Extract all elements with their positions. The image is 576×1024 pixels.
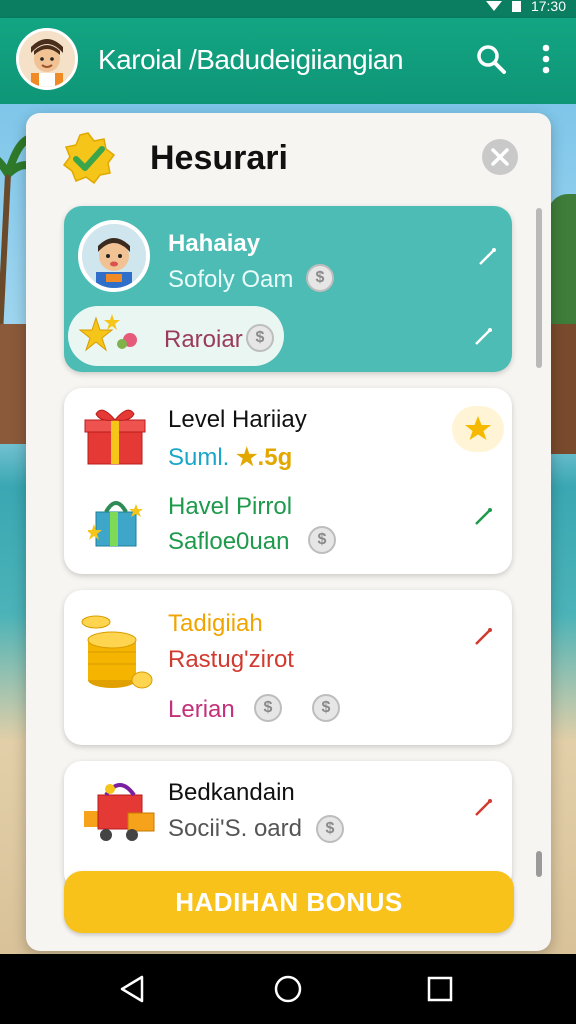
app-bar: Karoial /Badudeigiiangian <box>0 18 576 104</box>
search-icon[interactable] <box>474 42 508 76</box>
card-subtitle: Safloe0uan <box>168 528 290 555</box>
magic-wand-icon[interactable] <box>472 626 494 648</box>
coin-icon: $ <box>312 694 340 722</box>
reward-card[interactable]: Tadigiiah Rastug'zirot Lerian $ $ <box>64 590 512 745</box>
card-subtitle: Havel Pirrol <box>168 493 293 520</box>
coin-stack-icon <box>81 615 153 689</box>
card-title: Level Hariiay <box>168 406 307 433</box>
gift-box-icon <box>84 409 146 465</box>
magic-wand-icon[interactable] <box>472 506 494 528</box>
shopping-cart-icon <box>84 783 155 841</box>
card-title: Tadigiiah <box>168 610 263 637</box>
reward-card[interactable]: Hahaiay Sofoly Oam $ Raroiar $ <box>64 206 512 372</box>
coin-icon: $ <box>308 526 336 554</box>
home-icon[interactable] <box>271 972 305 1006</box>
shopping-bag-icon <box>88 501 143 547</box>
more-vert-icon[interactable] <box>532 42 560 76</box>
scrollbar-thumb[interactable] <box>536 851 542 877</box>
status-bar: 17:30 <box>0 0 576 18</box>
recents-icon[interactable] <box>423 972 457 1006</box>
battery-icon <box>511 0 521 12</box>
coin-icon: $ <box>254 694 282 722</box>
coin-icon: $ <box>246 324 274 352</box>
app-title: Karoial /Badudeigiiangian <box>98 44 404 75</box>
favorite-star-button[interactable] <box>452 406 504 452</box>
card-subtitle: Lerian <box>168 696 235 723</box>
magic-wand-icon[interactable] <box>472 326 494 348</box>
card-title: Bedkandain <box>168 779 295 806</box>
magic-wand-icon[interactable] <box>472 797 494 819</box>
card-stat: Suml. ★.5g <box>168 444 293 471</box>
coin-icon: $ <box>316 815 344 843</box>
reward-label: Raroiar <box>164 326 243 353</box>
magic-wand-icon[interactable] <box>476 246 498 268</box>
card-title: Hahaiay <box>168 230 261 257</box>
status-time: 17:30 <box>530 0 566 14</box>
coin-icon: $ <box>306 264 334 292</box>
bonus-button[interactable]: HADIHAN BONUS <box>64 871 514 933</box>
hut-image <box>550 324 576 454</box>
signal-icon <box>485 1 502 11</box>
back-icon[interactable] <box>116 972 150 1006</box>
rewards-dialog: Hesurari Hahaiay Sofoly Oam $ Raroiar $ … <box>26 113 551 951</box>
avatar[interactable] <box>16 28 78 90</box>
card-subtitle: Rastug'zirot <box>168 646 294 673</box>
card-subtitle: Socii'S. oard <box>168 815 302 842</box>
avatar <box>78 220 150 292</box>
card-subtitle: Sofoly Oam <box>168 266 294 293</box>
check-badge-icon <box>60 131 116 187</box>
reward-card[interactable]: Level Hariiay Suml. ★.5g Havel Pirrol Sa… <box>64 388 512 574</box>
close-icon[interactable] <box>482 139 518 175</box>
navigation-bar <box>0 954 576 1024</box>
stars-icon <box>78 314 137 352</box>
scrollbar-thumb[interactable] <box>536 208 542 368</box>
dialog-title: Hesurari <box>150 139 288 177</box>
star-icon <box>465 416 491 440</box>
